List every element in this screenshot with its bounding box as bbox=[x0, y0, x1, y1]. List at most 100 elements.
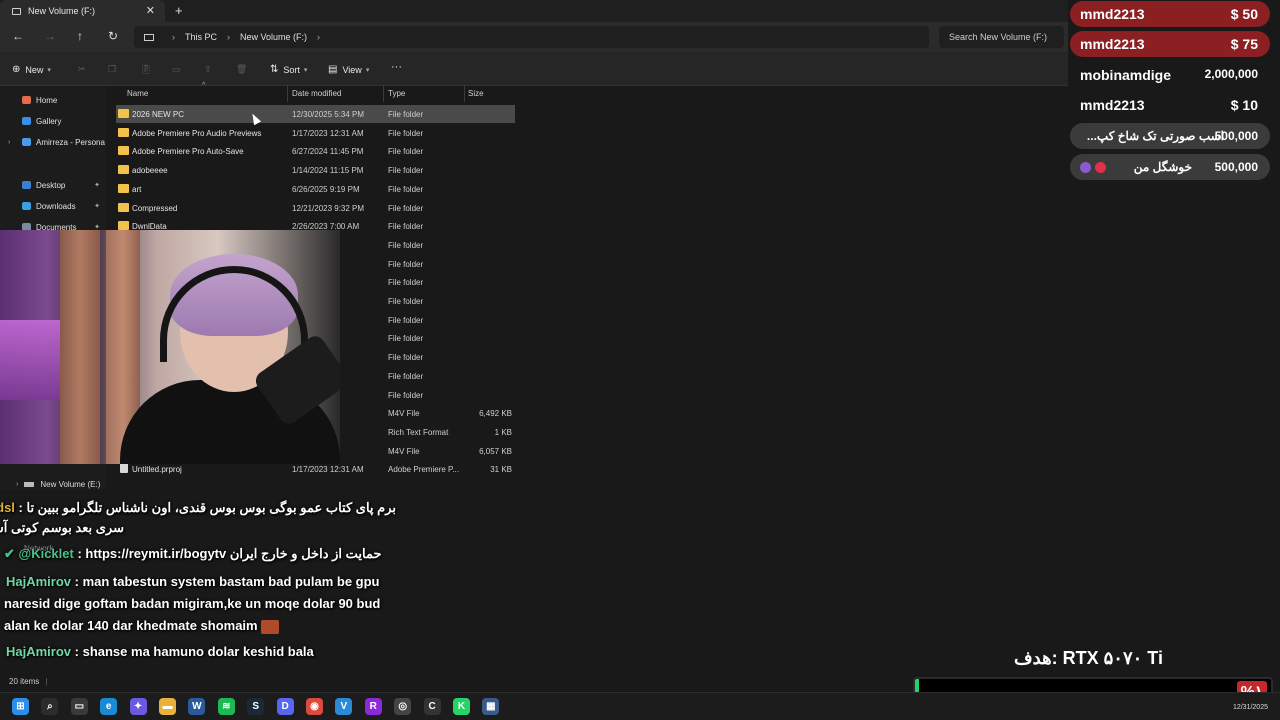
sidebar-item-home[interactable]: Home bbox=[0, 91, 106, 109]
wordpress-icon[interactable]: W bbox=[188, 698, 206, 715]
sort-ascending-icon: ^ bbox=[202, 82, 206, 89]
table-row[interactable]: art 6/26/2025 9:19 PM File folder bbox=[116, 180, 515, 198]
cut-icon[interactable]: ✂ bbox=[78, 64, 86, 75]
copilot-icon[interactable]: ✦ bbox=[129, 698, 147, 715]
sidebar-item-new-volume-e[interactable]: › New Volume (E:) bbox=[0, 476, 106, 492]
folder-icon bbox=[118, 183, 129, 193]
column-header-size[interactable]: Size bbox=[468, 89, 484, 98]
file-name: Compressed bbox=[132, 203, 178, 213]
verified-icon: ✔ bbox=[4, 546, 19, 561]
up-arrow-icon[interactable]: ↑ bbox=[77, 29, 83, 43]
column-header-date[interactable]: Date modified bbox=[292, 89, 341, 98]
chrome-icon[interactable]: ◉ bbox=[306, 698, 323, 715]
capcut-icon[interactable]: C bbox=[423, 698, 441, 715]
file-name: Adobe Premiere Pro Auto-Save bbox=[132, 147, 244, 157]
steam-icon[interactable]: S bbox=[247, 698, 265, 715]
chat-text: سری بعد بوسم کوتی آستریم bbox=[0, 520, 124, 535]
folder-icon bbox=[118, 165, 129, 175]
title-bar: New Volume (F:) ✕ + bbox=[0, 0, 1068, 22]
address-bar[interactable]: › This PC › New Volume (F:) › bbox=[134, 26, 929, 48]
kick-icon[interactable]: K bbox=[453, 698, 470, 715]
vscode-icon[interactable]: V bbox=[335, 698, 353, 715]
forward-arrow-icon[interactable]: → bbox=[44, 29, 56, 43]
davinci-icon[interactable]: ◎ bbox=[394, 698, 412, 715]
refresh-icon[interactable]: ↻ bbox=[108, 29, 118, 43]
chevron-down-icon: ▾ bbox=[47, 66, 51, 74]
task-view-icon[interactable]: ▭ bbox=[70, 698, 88, 715]
paste-icon[interactable]: 📋︎ bbox=[140, 64, 151, 75]
pin-icon[interactable]: ✦ bbox=[94, 202, 100, 210]
chat-message: سری بعد بوسم کوتی آستریم bbox=[0, 520, 124, 536]
share-icon[interactable]: ⇪ bbox=[204, 64, 212, 75]
sidebar-item-label: Downloads bbox=[36, 201, 76, 211]
new-tab-button[interactable]: + bbox=[175, 3, 183, 18]
file-type: M4V File bbox=[388, 409, 420, 419]
search-input[interactable]: Search New Volume (F:) bbox=[939, 26, 1064, 48]
spotify-icon[interactable]: ≋ bbox=[217, 698, 235, 715]
file-size: 6,492 KB bbox=[479, 409, 512, 419]
chat-username: @Kicklet bbox=[18, 546, 74, 561]
delete-icon[interactable]: 🗑︎ bbox=[236, 64, 247, 75]
chat-text: naresid dige goftam badan migiram,ke un … bbox=[4, 596, 381, 611]
chevron-right-icon[interactable]: › bbox=[8, 139, 10, 146]
donor-name: mmd2213 bbox=[1080, 97, 1145, 113]
sidebar-item-label: New Volume (E:) bbox=[40, 479, 101, 489]
file-type: File folder bbox=[388, 240, 424, 250]
chevron-down-icon: ▾ bbox=[365, 66, 370, 74]
donation-amount: 500,000 bbox=[1214, 129, 1258, 143]
sidebar-item-desktop[interactable]: Desktop ✦ bbox=[0, 176, 106, 194]
explorer-tab[interactable]: New Volume (F:) ✕ bbox=[0, 0, 165, 22]
more-options-button[interactable]: ··· bbox=[391, 61, 402, 73]
sort-button[interactable]: ⇅ Sort ▾ bbox=[270, 64, 307, 75]
pin-icon[interactable]: ✦ bbox=[94, 181, 100, 189]
file-date: 6/26/2025 9:19 PM bbox=[292, 184, 360, 194]
breadcrumb-drive[interactable]: New Volume (F:) bbox=[240, 32, 307, 42]
donation-amount: $ 75 bbox=[1230, 36, 1258, 52]
sidebar-item-downloads[interactable]: Downloads ✦ bbox=[0, 197, 106, 215]
discord-icon[interactable]: D bbox=[276, 698, 294, 715]
file-name: 2026 NEW PC bbox=[132, 110, 185, 119]
donor-name: اسب صورتی تک شاخ کپ... bbox=[1086, 129, 1224, 143]
table-row[interactable]: Adobe Premiere Pro Auto-Save 6/27/2024 11… bbox=[116, 142, 515, 160]
column-divider[interactable] bbox=[287, 86, 288, 102]
table-row[interactable]: Compressed 12/21/2023 9:32 PM File folder bbox=[116, 199, 515, 217]
back-arrow-icon[interactable]: ← bbox=[12, 29, 24, 43]
breadcrumb-this-pc[interactable]: This PC bbox=[185, 32, 217, 42]
rename-icon[interactable]: ▭ bbox=[172, 64, 181, 75]
rider-icon[interactable]: R bbox=[364, 698, 382, 715]
column-header-type[interactable]: Type bbox=[388, 89, 405, 98]
file-type: File folder bbox=[388, 259, 424, 269]
file-explorer-icon[interactable]: ▬ bbox=[159, 698, 176, 715]
chevron-right-icon: › bbox=[227, 32, 231, 42]
close-tab-icon[interactable]: ✕ bbox=[146, 4, 155, 17]
file-date: 1/17/2023 12:31 AM bbox=[292, 128, 364, 138]
column-divider[interactable] bbox=[383, 86, 384, 102]
heart-icon bbox=[1095, 162, 1106, 174]
chat-username: HajAmirov bbox=[6, 644, 72, 659]
sidebar-item-gallery[interactable]: Gallery bbox=[0, 112, 106, 130]
donation-item: mmd2213 $ 10 bbox=[1070, 92, 1270, 118]
chevron-right-icon[interactable]: › bbox=[16, 481, 18, 488]
calculator-icon[interactable]: ▦ bbox=[482, 698, 500, 715]
table-row[interactable]: 2026 NEW PC 12/30/2025 5:34 PM File folder bbox=[116, 105, 515, 123]
file-type: File folder bbox=[388, 128, 424, 138]
copy-icon[interactable]: ❐ bbox=[108, 64, 116, 75]
sidebar-item-onedrive[interactable]: › Amirreza - Persona bbox=[0, 133, 106, 151]
windows-start-icon[interactable]: ⊞ bbox=[12, 698, 29, 715]
folder-icon bbox=[118, 202, 129, 212]
search-icon[interactable]: ⌕ bbox=[41, 698, 59, 715]
donation-amount: 2,000,000 bbox=[1204, 67, 1258, 81]
file-type: File folder bbox=[388, 147, 424, 157]
view-button[interactable]: ▤ View ▾ bbox=[328, 64, 369, 75]
chevron-right-icon: › bbox=[172, 32, 175, 42]
column-divider[interactable] bbox=[464, 86, 465, 102]
new-button[interactable]: ⊕ New ▾ bbox=[12, 64, 51, 75]
file-name: adobeeee bbox=[132, 166, 168, 176]
file-size: 6,057 KB bbox=[479, 446, 512, 456]
table-row[interactable]: Adobe Premiere Pro Audio Previews 1/17/20… bbox=[116, 124, 515, 142]
edge-icon[interactable]: e bbox=[100, 698, 118, 715]
donation-amount: 500,000 bbox=[1214, 160, 1258, 174]
chat-message: HajAmirov : shanse ma hamuno dolar keshi… bbox=[6, 644, 314, 659]
table-row[interactable]: adobeeee 1/14/2024 11:15 PM File folder bbox=[116, 161, 515, 179]
column-header-name[interactable]: Name bbox=[127, 89, 148, 98]
